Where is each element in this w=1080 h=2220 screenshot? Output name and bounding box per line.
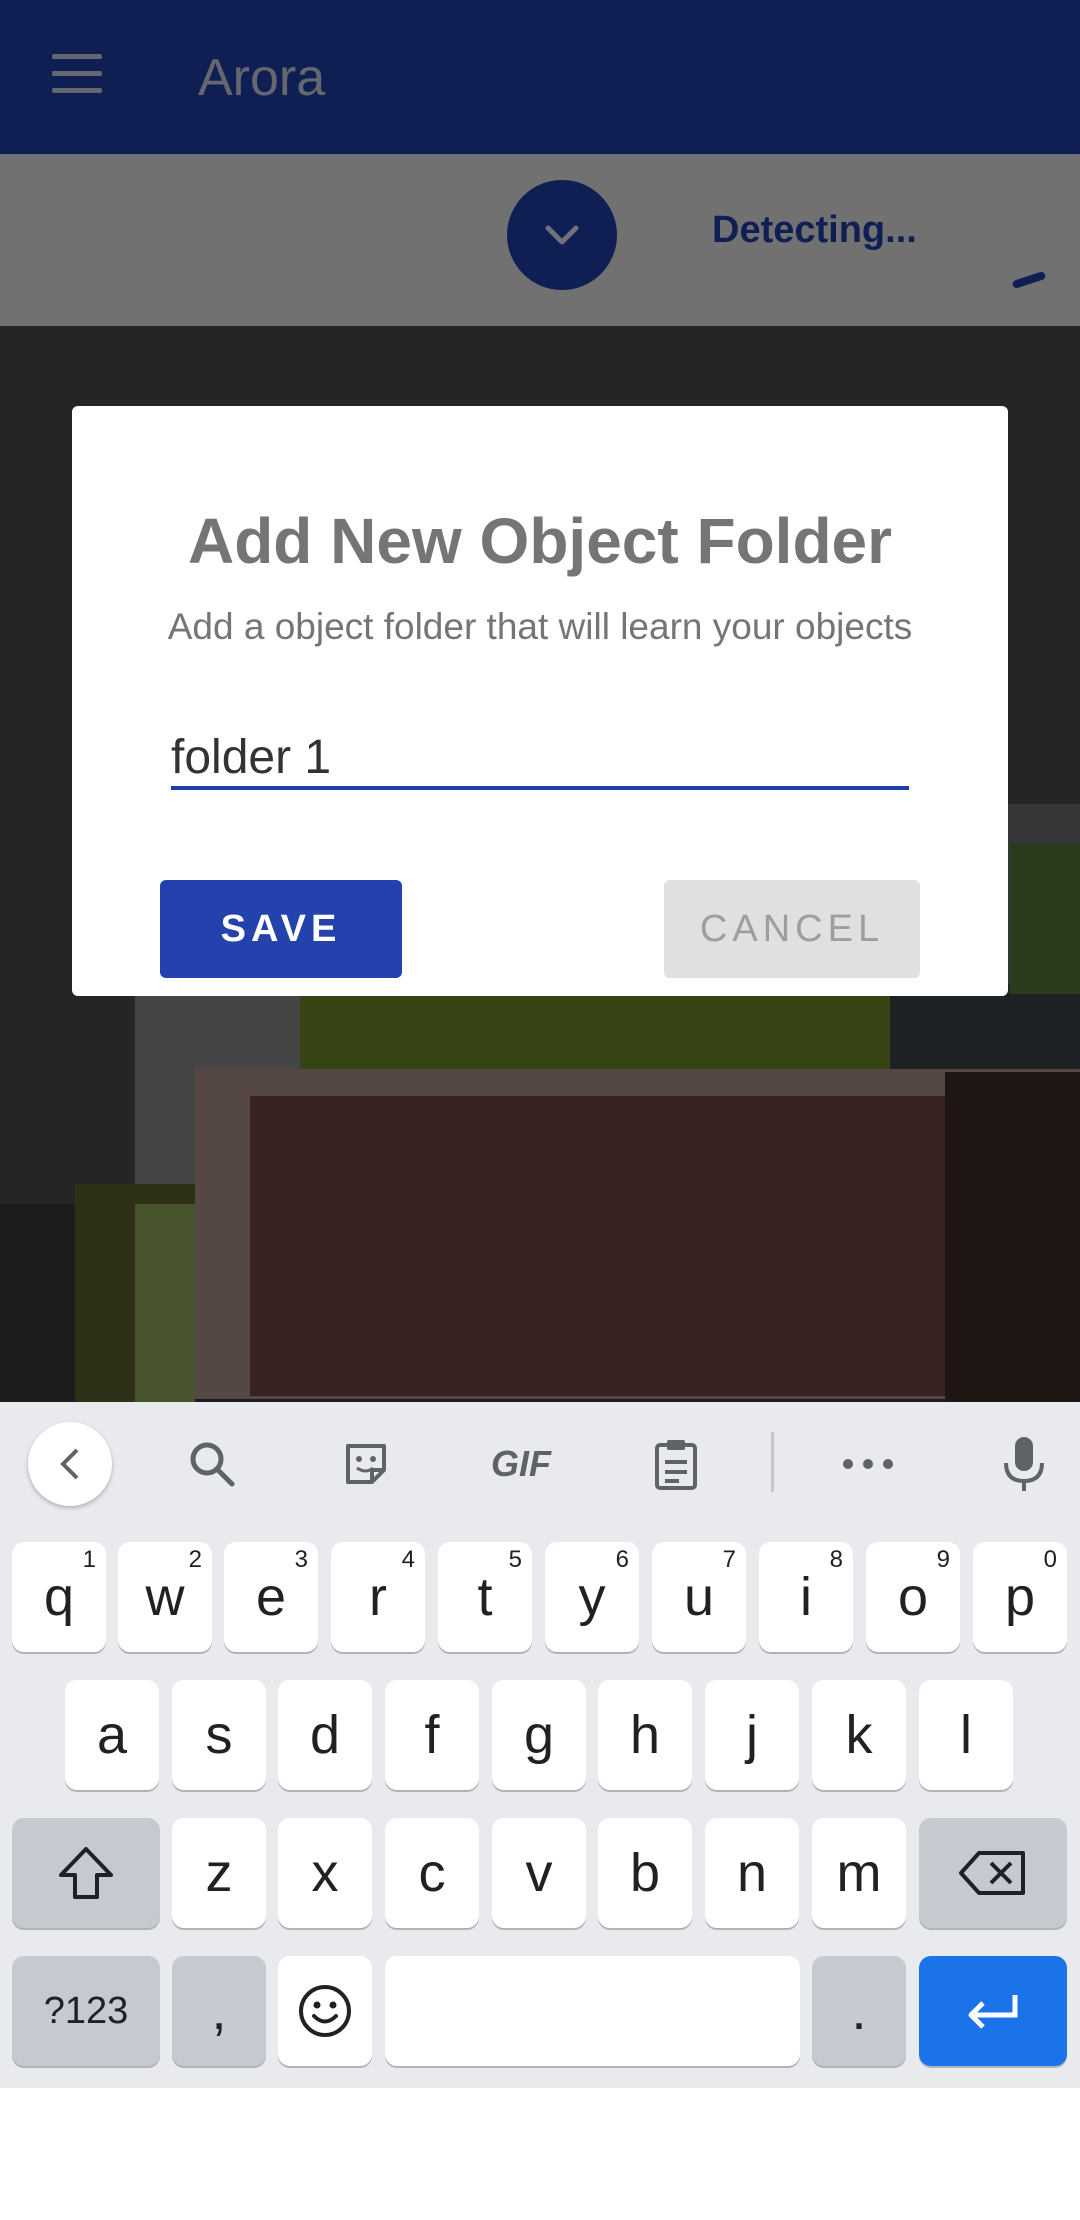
key-label: i: [800, 1567, 812, 1627]
gif-label: GIF: [491, 1443, 551, 1484]
cancel-button[interactable]: CANCEL: [664, 880, 920, 978]
sticker-icon[interactable]: [324, 1422, 408, 1506]
key-label: p: [1004, 1567, 1036, 1627]
key-hint: 6: [615, 1546, 629, 1573]
shift-key[interactable]: [12, 1818, 160, 1928]
key-hint: 0: [1043, 1546, 1057, 1573]
space-key[interactable]: [385, 1956, 800, 2066]
backspace-key[interactable]: [919, 1818, 1067, 1928]
key-hint: 1: [82, 1546, 96, 1573]
key-z[interactable]: z: [172, 1818, 266, 1928]
key-label: o: [897, 1567, 929, 1627]
add-folder-dialog: Add New Object Folder Add a object folde…: [72, 406, 1008, 996]
key-hint: 8: [829, 1546, 843, 1573]
toolbar-divider: [771, 1432, 774, 1492]
key-hint: 7: [722, 1546, 736, 1573]
clipboard-icon[interactable]: [634, 1422, 718, 1506]
dialog-title: Add New Object Folder: [187, 505, 893, 577]
emoji-icon: [299, 1985, 351, 2037]
key-j[interactable]: j: [705, 1680, 799, 1790]
key-d[interactable]: d: [278, 1680, 372, 1790]
comma-key[interactable]: ,: [172, 1956, 266, 2066]
key-label: y: [578, 1567, 606, 1627]
key-q[interactable]: q1: [12, 1542, 106, 1652]
mic-icon[interactable]: [982, 1422, 1066, 1506]
period-key[interactable]: .: [812, 1956, 906, 2066]
key-hint: 9: [936, 1546, 950, 1573]
enter-key[interactable]: [919, 1956, 1067, 2066]
save-button[interactable]: SAVE: [160, 880, 402, 978]
dialog-subtitle: Add a object folder that will learn your…: [167, 606, 913, 647]
key-label: e: [255, 1567, 287, 1627]
emoji-key[interactable]: [278, 1956, 372, 2066]
key-hint: 4: [401, 1546, 415, 1573]
symbols-key[interactable]: ?123: [12, 1956, 160, 2066]
key-t[interactable]: t5: [438, 1542, 532, 1652]
key-hint: 5: [508, 1546, 522, 1573]
key-label: r: [369, 1567, 387, 1627]
key-u[interactable]: u7: [652, 1542, 746, 1652]
more-icon[interactable]: [826, 1422, 910, 1506]
key-n[interactable]: n: [705, 1818, 799, 1928]
shift-icon: [59, 1847, 113, 1899]
key-r[interactable]: r4: [331, 1542, 425, 1652]
navigation-area: [0, 2088, 1080, 2220]
key-i[interactable]: i8: [759, 1542, 853, 1652]
key-a[interactable]: a: [65, 1680, 159, 1790]
key-label: u: [683, 1567, 715, 1627]
key-p[interactable]: p0: [973, 1542, 1067, 1652]
gif-button[interactable]: GIF: [476, 1422, 566, 1506]
key-hint: 2: [188, 1546, 202, 1573]
key-k[interactable]: k: [812, 1680, 906, 1790]
key-label: q: [43, 1567, 75, 1627]
soft-keyboard: GIF q1 w2 e3 r4 t5 y6 u7 i8 o9 p0 a s d …: [0, 1402, 1080, 2088]
key-label: w: [145, 1567, 185, 1627]
key-o[interactable]: o9: [866, 1542, 960, 1652]
key-m[interactable]: m: [812, 1818, 906, 1928]
key-w[interactable]: w2: [118, 1542, 212, 1652]
key-hint: 3: [294, 1546, 308, 1573]
folder-name-input[interactable]: [171, 728, 909, 790]
key-s[interactable]: s: [172, 1680, 266, 1790]
key-f[interactable]: f: [385, 1680, 479, 1790]
key-b[interactable]: b: [598, 1818, 692, 1928]
backspace-icon: [959, 1851, 1025, 1895]
back-icon[interactable]: [28, 1422, 112, 1506]
key-e[interactable]: e3: [224, 1542, 318, 1652]
search-icon[interactable]: [170, 1422, 254, 1506]
key-l[interactable]: l: [919, 1680, 1013, 1790]
key-g[interactable]: g: [492, 1680, 586, 1790]
key-c[interactable]: c: [385, 1818, 479, 1928]
enter-icon: [968, 1995, 1018, 2029]
key-h[interactable]: h: [598, 1680, 692, 1790]
key-y[interactable]: y6: [545, 1542, 639, 1652]
key-v[interactable]: v: [492, 1818, 586, 1928]
key-label: t: [477, 1567, 493, 1627]
key-x[interactable]: x: [278, 1818, 372, 1928]
